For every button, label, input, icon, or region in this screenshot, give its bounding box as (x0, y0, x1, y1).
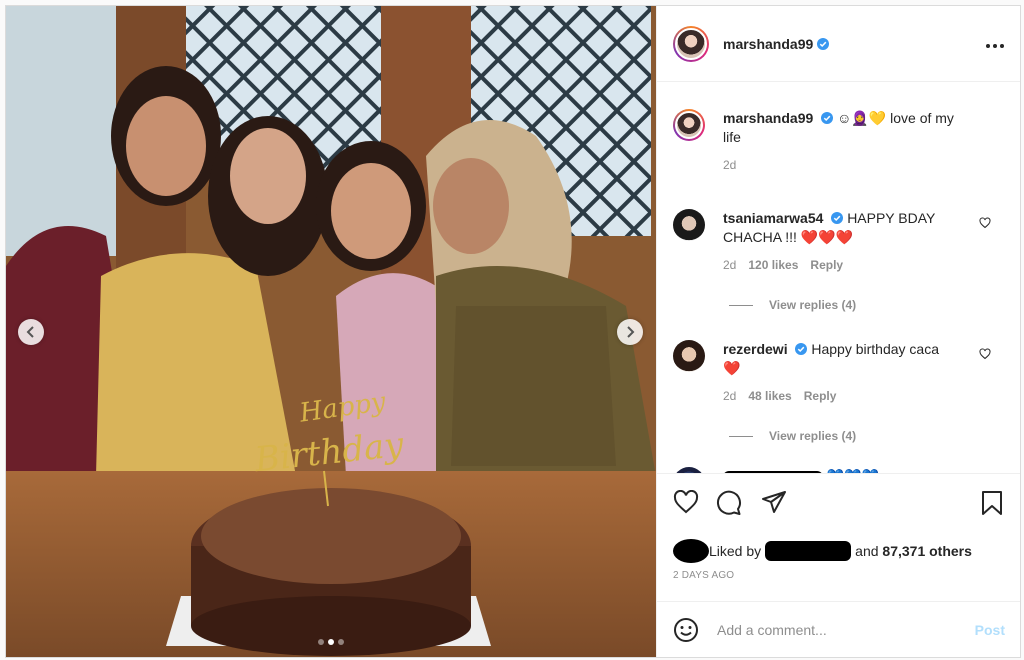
chevron-right-icon (627, 326, 635, 338)
caption-emojis: ☺🧕💛 (837, 110, 887, 126)
liked-by-label: Liked by (709, 543, 762, 559)
more-options-button[interactable] (985, 32, 1005, 55)
photo-illustration: Happy Birthday (6, 6, 656, 657)
view-replies-button[interactable]: View replies (4) (729, 298, 856, 312)
post-card: Happy Birthday marshanda99 marshanda99 ☺… (5, 5, 1021, 658)
likes-count-button[interactable]: 87,371 others (882, 543, 972, 559)
comment-hearts: ❤️❤️❤️ (800, 229, 854, 245)
verified-badge-icon (821, 112, 834, 124)
like-heart-icon[interactable] (673, 490, 699, 514)
verified-badge-icon (831, 212, 844, 224)
liker-avatar-redacted (673, 539, 709, 563)
carousel-next-button[interactable] (617, 319, 643, 345)
comment-time[interactable]: 2d (723, 387, 736, 406)
avatar[interactable] (673, 340, 705, 372)
comment: tsaniamarwa54 HAPPY BDAY CHACHA !!! ❤️❤️… (657, 209, 1020, 275)
add-comment-bar: Post (657, 601, 1020, 657)
likes-summary: Liked by and 87,371 others (673, 539, 972, 563)
avatar[interactable] (673, 209, 705, 241)
carousel-prev-button[interactable] (18, 319, 44, 345)
caption-username[interactable]: marshanda99 (723, 110, 813, 126)
like-comment-icon[interactable] (979, 348, 991, 360)
like-comment-icon[interactable] (979, 217, 991, 229)
emoji-smiley-icon[interactable] (673, 617, 699, 643)
view-replies-button[interactable]: View replies (4) (729, 429, 856, 443)
likes-and: and (855, 543, 879, 559)
share-paper-plane-icon[interactable] (761, 490, 787, 514)
post-username[interactable]: marshanda99 (723, 36, 813, 52)
carousel-dot-active (328, 639, 334, 645)
verified-badge-icon (817, 37, 830, 50)
post-header: marshanda99 (657, 6, 1020, 82)
comment: rezerdewi Happy birthday caca ❤️ 2d 48 l… (657, 340, 1020, 406)
comment-likes[interactable]: 48 likes (748, 387, 791, 406)
comment-username[interactable]: rezerdewi (723, 341, 788, 357)
post-timestamp[interactable]: 2 DAYS AGO (673, 570, 734, 581)
post-sidebar: marshanda99 marshanda99 ☺🧕💛 love of my l… (656, 6, 1020, 657)
carousel-indicator (6, 639, 656, 645)
carousel-dot (318, 639, 324, 645)
chevron-left-icon (26, 326, 34, 338)
save-bookmark-icon[interactable] (980, 490, 1004, 516)
comment-likes[interactable]: 120 likes (748, 256, 798, 275)
view-replies-label: View replies (4) (769, 298, 857, 312)
comment-time[interactable]: 2d (723, 256, 736, 275)
comments-list[interactable]: marshanda99 ☺🧕💛 love of my life 2d tsani… (657, 83, 1020, 473)
caption: marshanda99 ☺🧕💛 love of my life 2d (657, 109, 1020, 175)
comment-bubble-icon[interactable] (716, 490, 742, 516)
more-horizontal-icon (986, 44, 1004, 48)
view-replies-label: View replies (4) (769, 429, 857, 443)
reply-button[interactable]: Reply (804, 387, 837, 406)
verified-badge-icon (795, 343, 808, 355)
caption-time[interactable]: 2d (723, 156, 736, 175)
carousel-dot (338, 639, 344, 645)
liker-name-redacted (765, 541, 852, 561)
reply-button[interactable]: Reply (810, 256, 843, 275)
comment-hearts: ❤️ (723, 360, 741, 376)
comment-username[interactable]: tsaniamarwa54 (723, 210, 823, 226)
comment-text: Happy birthday caca (811, 341, 940, 357)
post-comment-button[interactable]: Post (975, 622, 1005, 638)
post-actions (657, 473, 1020, 534)
avatar[interactable] (673, 25, 709, 62)
add-comment-input[interactable] (715, 620, 975, 639)
post-photo[interactable]: Happy Birthday (6, 6, 656, 657)
